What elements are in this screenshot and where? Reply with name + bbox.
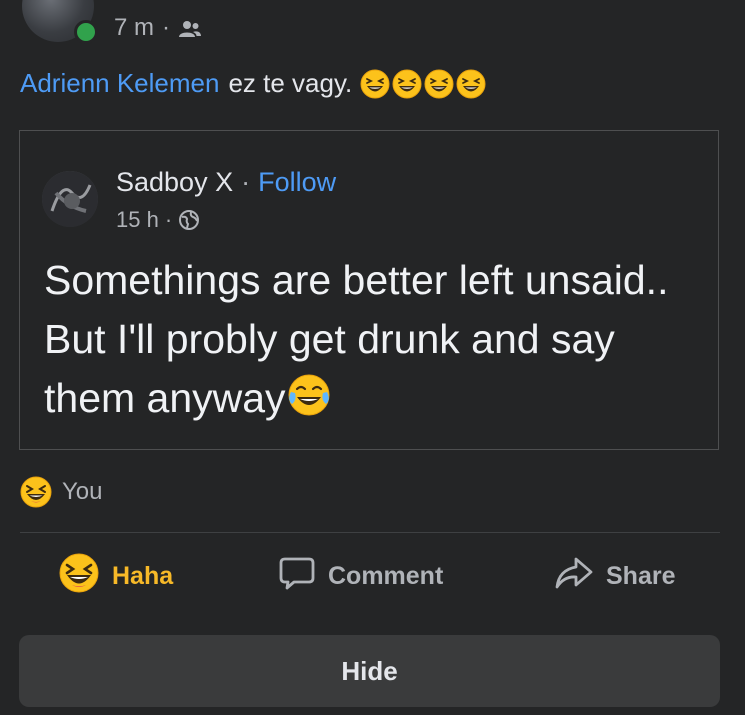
- shared-post-card[interactable]: Sadboy X · Follow 15 h · Somethings are …: [19, 130, 719, 450]
- shared-author-name[interactable]: Sadboy X: [116, 167, 233, 198]
- hide-button[interactable]: Hide: [19, 635, 720, 707]
- grinning-squinting-face-emoji-icon: [424, 69, 454, 99]
- shared-post-time[interactable]: 15 h: [116, 207, 159, 233]
- comment-button[interactable]: Comment: [278, 546, 443, 606]
- post-message: ez te vagy.: [228, 68, 353, 98]
- meta-separator: ·: [162, 14, 171, 41]
- shared-post-text: Somethings are better left unsaid.. But …: [44, 257, 669, 421]
- online-status-dot: [74, 20, 98, 44]
- haha-icon: [58, 552, 100, 601]
- comment-label: Comment: [328, 561, 444, 590]
- haha-label: Haha: [112, 561, 174, 590]
- follow-button[interactable]: Follow: [258, 167, 336, 198]
- shared-author-row: Sadboy X · Follow: [116, 167, 336, 198]
- post-time[interactable]: 7 m: [114, 14, 154, 42]
- haha-reaction-button[interactable]: Haha: [58, 546, 173, 606]
- shared-meta-separator: ·: [164, 207, 173, 232]
- friends-icon[interactable]: [178, 18, 202, 38]
- divider: [20, 532, 720, 533]
- reactions-summary[interactable]: You: [20, 476, 103, 508]
- grinning-squinting-face-emoji-icon: [456, 69, 486, 99]
- face-with-tears-of-joy-emoji-icon: [286, 372, 332, 418]
- globe-icon[interactable]: [178, 209, 200, 231]
- shared-post-body: Somethings are better left unsaid.. But …: [44, 251, 704, 428]
- reactions-label[interactable]: You: [62, 478, 103, 506]
- share-label: Share: [606, 561, 676, 590]
- shared-post-meta: 15 h ·: [116, 207, 200, 233]
- share-arrow-icon: [554, 555, 594, 598]
- post-meta: 7 m ·: [114, 14, 202, 42]
- haha-reaction-icon: [20, 476, 52, 508]
- name-separator: ·: [241, 167, 251, 197]
- comment-bubble-icon: [278, 554, 316, 599]
- post-text: Adrienn Kelemen ez te vagy.: [20, 68, 488, 99]
- grinning-squinting-face-emoji-icon: [360, 69, 390, 99]
- share-button[interactable]: Share: [554, 546, 675, 606]
- grinning-squinting-face-emoji-icon: [392, 69, 422, 99]
- shared-author-avatar[interactable]: [42, 171, 98, 227]
- action-bar: Haha Comment Share: [0, 546, 745, 606]
- feed-post: 7 m · Adrienn Kelemen ez te vagy. Sadboy…: [0, 0, 745, 715]
- mention-link[interactable]: Adrienn Kelemen: [20, 68, 219, 99]
